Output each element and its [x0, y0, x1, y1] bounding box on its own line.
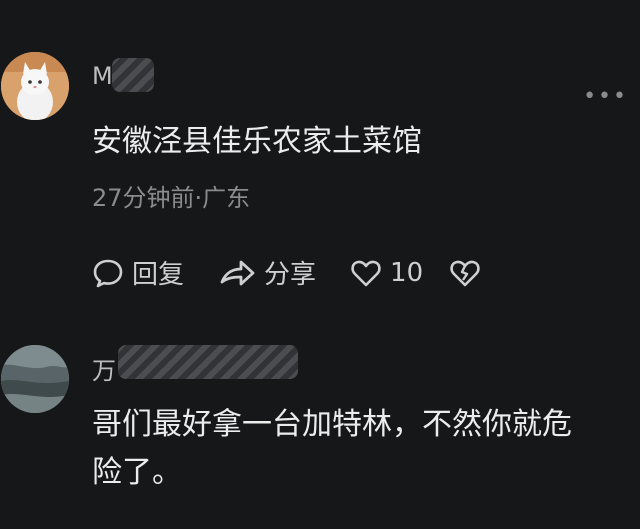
like-button[interactable]: 10: [350, 258, 423, 288]
comment-meta: 27分钟前·广东: [92, 184, 251, 212]
comment-text: 安徽泾县佳乐农家土菜馆: [92, 124, 422, 159]
avatar[interactable]: [1, 52, 69, 120]
comment-actions: 回复 分享 10: [92, 254, 523, 291]
more-dots-icon[interactable]: •••: [583, 84, 628, 109]
share-button[interactable]: 分享: [218, 254, 316, 291]
reply-button[interactable]: 回复: [92, 254, 184, 291]
broken-heart-icon: [450, 260, 480, 286]
comment-text-line: 险了。: [92, 455, 182, 490]
comment-item: 万 哥们最好拿一台加特林，不然你就危 险了。: [0, 335, 640, 529]
share-arrow-icon: [220, 260, 255, 285]
landscape-avatar-image: [1, 345, 69, 413]
username[interactable]: M: [92, 62, 113, 90]
blurred-username: [118, 345, 298, 379]
heart-icon: [351, 260, 381, 286]
avatar[interactable]: [1, 345, 69, 413]
comment-bubble-icon: [93, 259, 123, 287]
reply-label: 回复: [132, 260, 185, 290]
blurred-username: [112, 58, 154, 92]
dislike-button[interactable]: [449, 258, 489, 288]
cat-avatar-image: [1, 52, 69, 120]
like-count: 10: [390, 257, 424, 288]
comment-text: 哥们最好拿一台加特林，不然你就危 险了。: [92, 401, 632, 497]
comment-text-line: 哥们最好拿一台加特林，不然你就危: [92, 407, 572, 442]
comment-item: M ••• 安徽泾县佳乐农家土菜馆 27分钟前·广东 回复 分享 10: [0, 40, 640, 330]
username[interactable]: 万: [92, 351, 116, 386]
share-label: 分享: [264, 260, 317, 290]
